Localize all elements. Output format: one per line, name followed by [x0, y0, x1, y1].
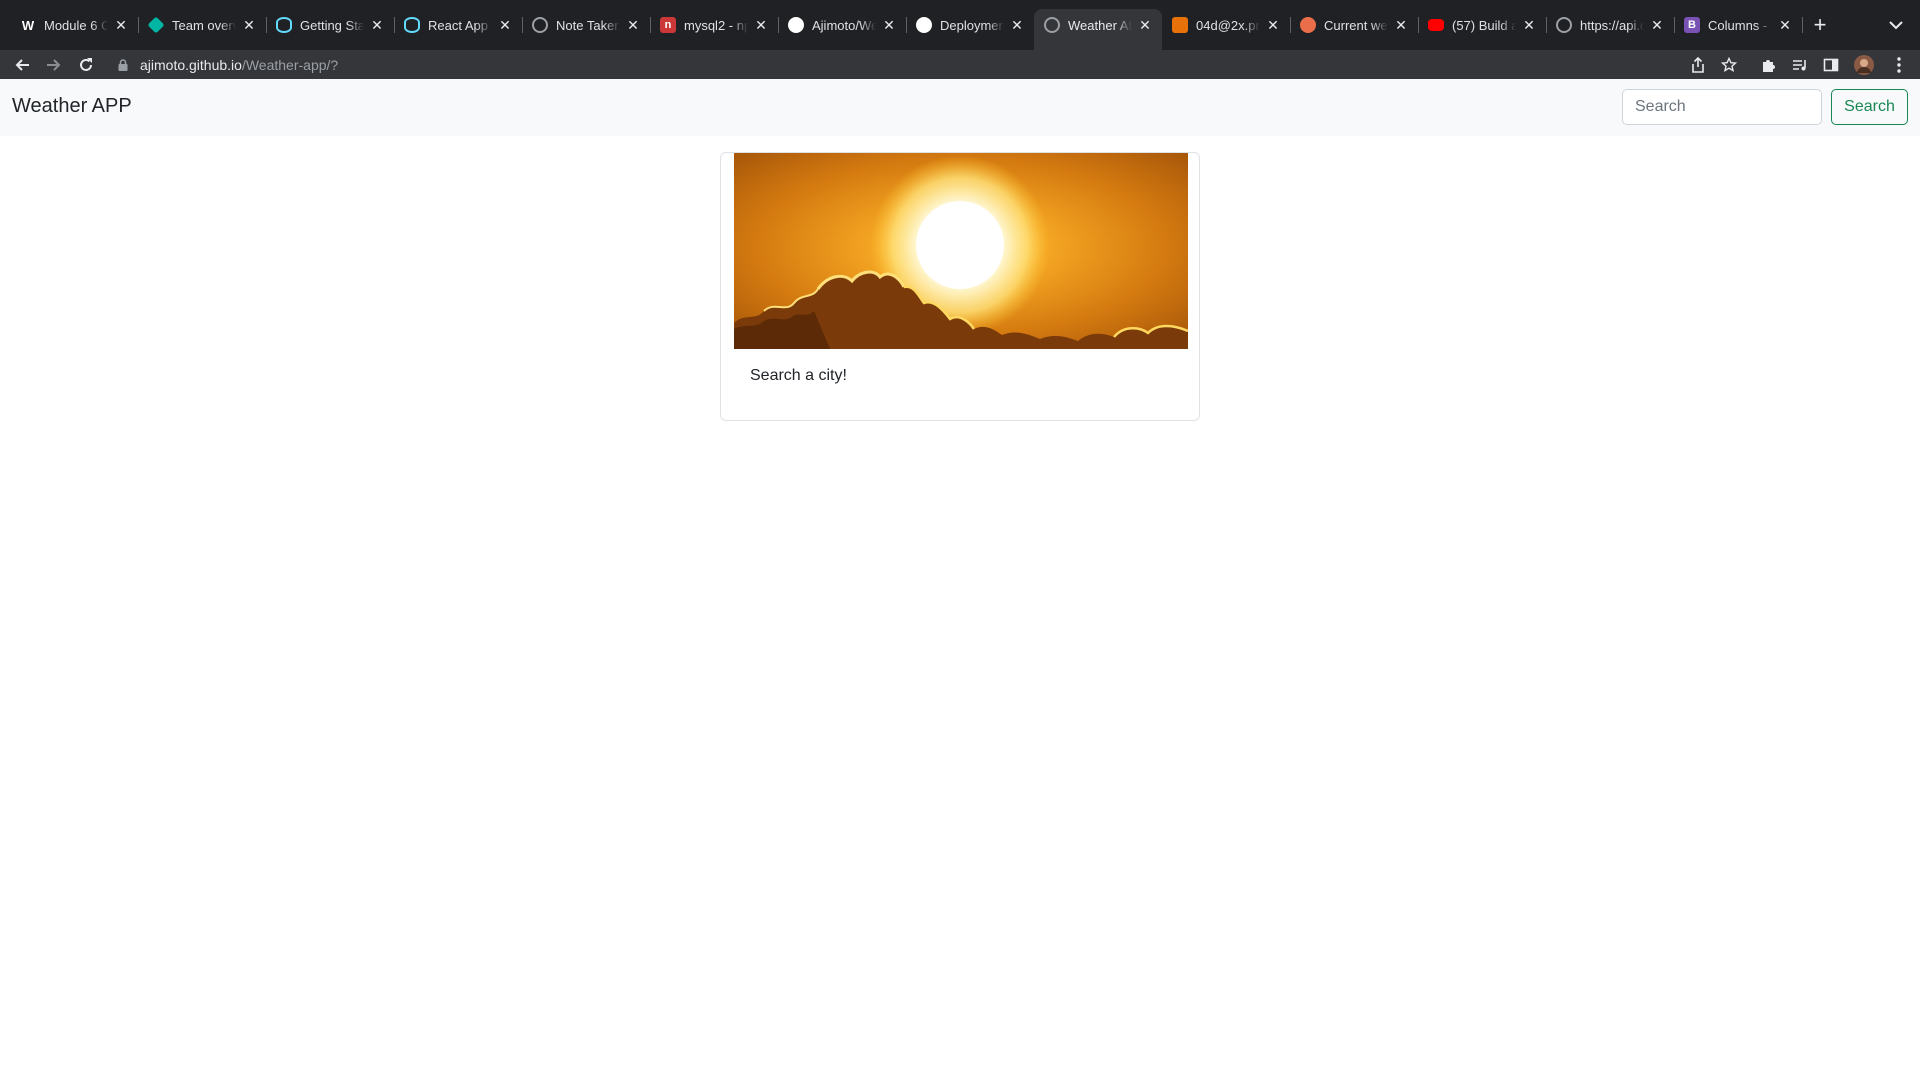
tab-14[interactable]: B Columns - Bootstrap✕: [1674, 9, 1803, 41]
tab-5[interactable]: Note Taker ✕: [522, 9, 651, 41]
url-host: ajimoto.github.io: [140, 56, 242, 73]
close-icon[interactable]: ✕: [1008, 16, 1026, 34]
tab-title: Current weather data: [1324, 17, 1388, 33]
share-icon[interactable]: [1685, 52, 1711, 78]
tab-6[interactable]: n mysql2 - npm✕: [650, 9, 779, 41]
close-icon[interactable]: ✕: [752, 16, 770, 34]
close-icon[interactable]: ✕: [368, 16, 386, 34]
tab-title: React App: [428, 17, 488, 33]
tab-title: Weather APP: [1068, 17, 1132, 33]
globe-icon: [1556, 17, 1572, 33]
tab-title: Ajimoto/Weather-app: [812, 17, 876, 33]
app-brand[interactable]: Weather APP: [12, 95, 132, 118]
sun-image: [734, 153, 1188, 349]
npm-icon: n: [660, 17, 676, 33]
github-icon: [916, 17, 932, 33]
tab-1[interactable]: W Module 6 Challenge✕: [10, 9, 139, 41]
close-icon[interactable]: ✕: [1392, 16, 1410, 34]
extensions-puzzle-icon[interactable]: [1755, 52, 1781, 78]
w-icon: W: [21, 17, 35, 33]
tab-title: https://api.openweathermap.org: [1580, 17, 1644, 33]
tab-strip: WModule 6 Challenge✕Team overview✕Gettin…: [0, 0, 1920, 50]
react-icon: [404, 17, 420, 33]
bookmark-star-icon[interactable]: [1716, 52, 1742, 78]
bootstrap-icon: B: [1684, 17, 1700, 33]
close-icon[interactable]: ✕: [240, 16, 258, 34]
tab-title: Note Taker: [556, 17, 619, 33]
city-search-input[interactable]: [1622, 89, 1822, 125]
forward-arrow-icon[interactable]: [40, 51, 68, 79]
search-button[interactable]: Search: [1831, 89, 1908, 125]
back-arrow-icon[interactable]: [8, 51, 36, 79]
globe-icon: [1044, 17, 1060, 33]
reload-icon[interactable]: [72, 51, 100, 79]
tab-title: 04d@2x.png: [1196, 17, 1260, 33]
react-icon: [276, 17, 292, 33]
more-menu-icon[interactable]: [1886, 52, 1912, 78]
tab-search-chevron-down-icon[interactable]: [1884, 14, 1908, 36]
browser-toolbar: ajimoto.github.io/Weather-app/?: [0, 50, 1920, 79]
youtube-icon: [1428, 19, 1444, 31]
url-path: /Weather-app/?: [241, 56, 339, 73]
tab-title: (57) Build a weather app: [1452, 17, 1516, 33]
weather-card: Search a city!: [720, 152, 1200, 421]
tab-separator: [1802, 17, 1803, 33]
tab-9[interactable]: Weather APP✕: [1034, 9, 1162, 50]
tab-10[interactable]: 04d@2x.png✕: [1162, 9, 1291, 41]
tab-8[interactable]: Deployments✕: [906, 9, 1034, 41]
github-icon: [788, 17, 804, 33]
tab-12[interactable]: (57) Build a weather app✕: [1418, 9, 1547, 41]
new-tab-button[interactable]: +: [1806, 12, 1834, 37]
profile-avatar[interactable]: [1851, 52, 1877, 78]
globe-icon: [532, 17, 548, 33]
tab-2[interactable]: Team overview✕: [138, 9, 267, 41]
side-panel-icon[interactable]: [1818, 52, 1844, 78]
image-icon: [1172, 17, 1188, 33]
tab-title: Columns - Bootstrap: [1708, 17, 1772, 33]
tab-title: Getting Started: [300, 17, 364, 33]
tab-title: mysql2 - npm: [684, 17, 748, 33]
close-icon[interactable]: ✕: [1648, 16, 1666, 34]
close-icon[interactable]: ✕: [624, 16, 642, 34]
tab-3[interactable]: Getting Started✕: [266, 9, 395, 41]
lock-icon[interactable]: [118, 58, 132, 72]
tab-13[interactable]: https://api.openweathermap.org✕: [1546, 9, 1675, 41]
close-icon[interactable]: ✕: [880, 16, 898, 34]
app-navbar: Weather APP Search: [0, 79, 1920, 136]
close-icon[interactable]: ✕: [1776, 16, 1794, 34]
close-icon[interactable]: ✕: [112, 16, 130, 34]
close-icon[interactable]: ✕: [1264, 16, 1282, 34]
tab-4[interactable]: React App ✕: [394, 9, 523, 41]
card-message: Search a city!: [750, 367, 847, 384]
media-queue-icon[interactable]: [1787, 52, 1813, 78]
openweather-icon: [1300, 17, 1316, 33]
close-icon[interactable]: ✕: [496, 16, 514, 34]
tab-title: Team overview: [172, 17, 236, 33]
diamond-icon: [147, 16, 165, 34]
tab-7[interactable]: Ajimoto/Weather-app✕: [778, 9, 907, 41]
tab-11[interactable]: Current weather data✕: [1290, 9, 1419, 41]
tab-title: Deployments: [940, 17, 1004, 33]
close-icon[interactable]: ✕: [1520, 16, 1538, 34]
tab-title: Module 6 Challenge: [44, 17, 108, 33]
close-icon[interactable]: ✕: [1136, 16, 1154, 34]
address-bar[interactable]: ajimoto.github.io/Weather-app/?: [108, 50, 1688, 79]
